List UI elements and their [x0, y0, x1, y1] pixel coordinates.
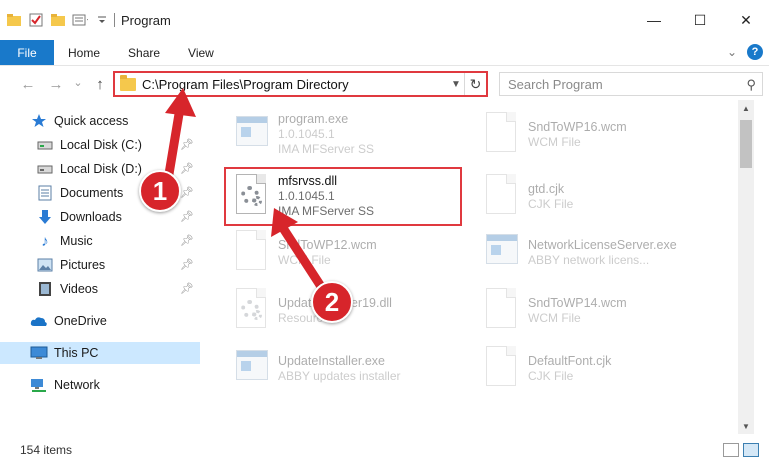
step-1-badge: 1 — [139, 170, 181, 212]
arrow-to-address-bar — [163, 103, 185, 185]
arrowhead-address-bar — [165, 88, 196, 117]
arrow-to-file — [278, 223, 327, 293]
annotation-arrows — [163, 88, 327, 293]
step-2-badge: 2 — [311, 281, 353, 323]
